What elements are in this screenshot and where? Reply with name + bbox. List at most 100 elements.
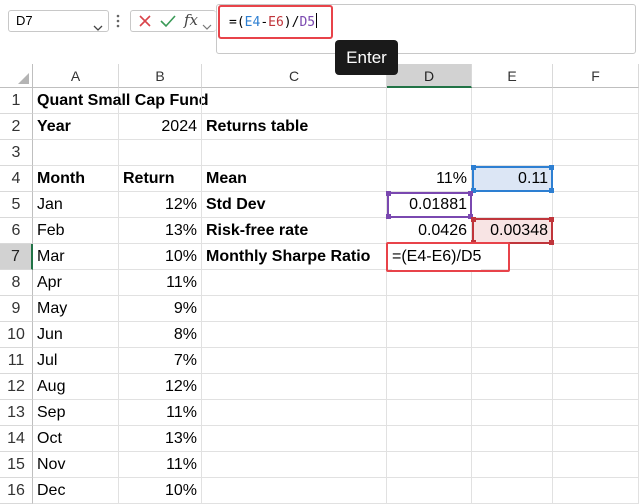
cell-d8[interactable] [387,270,472,296]
name-box[interactable]: D7 [8,10,109,32]
cell-b11[interactable]: 7% [119,348,202,374]
row-header-8[interactable]: 8 [0,270,33,296]
cell-c5[interactable]: Std Dev [202,192,387,218]
cell-d14[interactable] [387,426,472,452]
column-header-b[interactable]: B [119,64,202,88]
cell-d11[interactable] [387,348,472,374]
cell-b2[interactable]: 2024 [119,114,202,140]
cell-f8[interactable] [553,270,639,296]
cell-a1[interactable]: Quant Small Cap Fund [33,88,209,114]
cell-a13[interactable]: Sep [33,400,119,426]
cell-f5[interactable] [553,192,639,218]
cell-c8[interactable] [202,270,387,296]
cell-d3[interactable] [387,140,472,166]
cell-b8[interactable]: 11% [119,270,202,296]
cell-a5[interactable]: Jan [33,192,119,218]
cell-c13[interactable] [202,400,387,426]
cell-b12[interactable]: 12% [119,374,202,400]
cell-a12[interactable]: Aug [33,374,119,400]
cell-d9[interactable] [387,296,472,322]
cell-a8[interactable]: Apr [33,270,119,296]
cell-e11[interactable] [472,348,553,374]
cell-c12[interactable] [202,374,387,400]
row-header-16[interactable]: 16 [0,478,33,504]
chevron-down-icon[interactable] [93,18,103,36]
row-header-7[interactable]: 7 [0,244,33,270]
cell-a14[interactable]: Oct [33,426,119,452]
cell-e15[interactable] [472,452,553,478]
cell-c6[interactable]: Risk-free rate [202,218,387,244]
cell-e9[interactable] [472,296,553,322]
row-header-12[interactable]: 12 [0,374,33,400]
cell-a6[interactable]: Feb [33,218,119,244]
cell-e14[interactable] [472,426,553,452]
cell-a16[interactable]: Dec [33,478,119,504]
cell-f15[interactable] [553,452,639,478]
row-header-14[interactable]: 14 [0,426,33,452]
cell-d4[interactable]: 11% [387,166,472,192]
column-header-a[interactable]: A [33,64,119,88]
function-icon[interactable]: fx [184,11,198,29]
cell-f12[interactable] [553,374,639,400]
cell-a15[interactable]: Nov [33,452,119,478]
cell-c15[interactable] [202,452,387,478]
cell-e10[interactable] [472,322,553,348]
cell-b1[interactable] [119,88,202,114]
cell-d12[interactable] [387,374,472,400]
cell-b16[interactable]: 10% [119,478,202,504]
cell-f6[interactable] [553,218,639,244]
row-header-13[interactable]: 13 [0,400,33,426]
cell-c14[interactable] [202,426,387,452]
cell-b13[interactable]: 11% [119,400,202,426]
cell-a2[interactable]: Year [33,114,119,140]
cell-f11[interactable] [553,348,639,374]
cell-f10[interactable] [553,322,639,348]
cell-a9[interactable]: May [33,296,119,322]
column-header-f[interactable]: F [553,64,639,88]
cell-d1[interactable] [387,88,472,114]
cell-f2[interactable] [553,114,639,140]
formula-input[interactable]: =(E4-E6)/D5 [229,13,318,30]
row-header-10[interactable]: 10 [0,322,33,348]
row-header-3[interactable]: 3 [0,140,33,166]
cell-b3[interactable] [119,140,202,166]
cell-c7[interactable]: Monthly Sharpe Ratio [202,244,387,270]
row-header-15[interactable]: 15 [0,452,33,478]
cell-c16[interactable] [202,478,387,504]
cancel-x-icon[interactable] [138,14,152,33]
cell-c3[interactable] [202,140,387,166]
select-all-button[interactable] [0,64,33,88]
cell-e12[interactable] [472,374,553,400]
cell-e13[interactable] [472,400,553,426]
cell-c4[interactable]: Mean [202,166,387,192]
cell-d10[interactable] [387,322,472,348]
cell-f7[interactable] [553,244,639,270]
cell-a3[interactable] [33,140,119,166]
cell-a10[interactable]: Jun [33,322,119,348]
cell-c1[interactable] [202,88,387,114]
cell-b5[interactable]: 12% [119,192,202,218]
cell-a7[interactable]: Mar [33,244,119,270]
cell-a11[interactable]: Jul [33,348,119,374]
cell-d15[interactable] [387,452,472,478]
cell-e16[interactable] [472,478,553,504]
cell-b10[interactable]: 8% [119,322,202,348]
cell-e2[interactable] [472,114,553,140]
cell-b9[interactable]: 9% [119,296,202,322]
cell-b7[interactable]: 10% [119,244,202,270]
cell-f16[interactable] [553,478,639,504]
cell-f14[interactable] [553,426,639,452]
cell-a4[interactable]: Month [33,166,119,192]
row-header-11[interactable]: 11 [0,348,33,374]
cell-e5[interactable] [472,192,553,218]
cell-d5[interactable]: 0.01881 [387,192,472,218]
cell-c11[interactable] [202,348,387,374]
cell-e4[interactable]: 0.11 [472,166,553,192]
cell-e3[interactable] [472,140,553,166]
cell-b15[interactable]: 11% [119,452,202,478]
cell-d16[interactable] [387,478,472,504]
cell-b6[interactable]: 13% [119,218,202,244]
chevron-down-icon[interactable] [202,17,212,35]
column-header-d[interactable]: D [387,64,472,88]
cell-f4[interactable] [553,166,639,192]
